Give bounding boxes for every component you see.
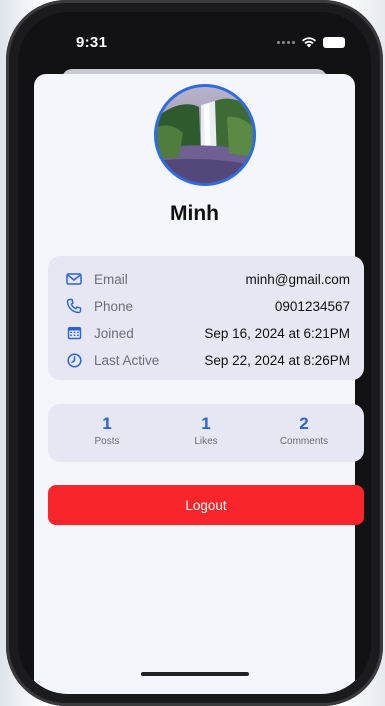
info-label: Last Active xyxy=(94,352,160,368)
info-value: Sep 22, 2024 at 8:26PM xyxy=(204,352,350,368)
stat-label: Likes xyxy=(194,436,218,447)
calendar-icon xyxy=(65,324,83,342)
info-value: 0901234567 xyxy=(274,298,350,314)
waterfall-photo xyxy=(157,87,253,183)
home-indicator[interactable] xyxy=(141,672,249,676)
signal-icon xyxy=(277,40,295,44)
battery-icon xyxy=(323,36,345,48)
phone-frame: 9:31 Minh Email minh@gmail.com Phone 090… xyxy=(6,0,383,706)
status-time: 9:31 xyxy=(76,34,108,51)
stat-label: Posts xyxy=(94,436,120,447)
phone-screen: 9:31 Minh Email minh@gmail.com Phone 090… xyxy=(18,12,371,694)
stat-comments[interactable]: 2 Comments xyxy=(259,414,349,447)
stats-card: 1 Posts 1 Likes 2 Comments xyxy=(48,404,364,462)
info-row-joined: Joined Sep 16, 2024 at 6:21PM xyxy=(48,322,364,344)
envelope-icon xyxy=(65,270,83,288)
status-icons xyxy=(277,36,345,48)
info-card: Email minh@gmail.com Phone 0901234567 Jo… xyxy=(48,256,364,380)
info-value: minh@gmail.com xyxy=(245,271,350,287)
stat-value: 1 xyxy=(201,414,211,433)
info-row-phone: Phone 0901234567 xyxy=(48,295,364,317)
logout-button[interactable]: Logout xyxy=(48,485,364,525)
stat-value: 2 xyxy=(299,414,309,433)
info-value: Sep 16, 2024 at 6:21PM xyxy=(204,325,350,341)
stat-likes[interactable]: 1 Likes xyxy=(161,414,251,447)
status-bar: 9:31 xyxy=(18,12,371,72)
user-name: Minh xyxy=(170,202,219,225)
info-label: Email xyxy=(94,271,128,287)
phone-icon xyxy=(65,297,83,315)
stat-posts[interactable]: 1 Posts xyxy=(62,414,152,447)
info-label: Joined xyxy=(94,325,134,341)
info-row-last-active: Last Active Sep 22, 2024 at 8:26PM xyxy=(48,349,364,371)
avatar xyxy=(154,84,256,186)
info-row-email: Email minh@gmail.com xyxy=(48,268,364,290)
clock-icon xyxy=(65,351,83,369)
info-label: Phone xyxy=(94,298,134,314)
profile-sheet: Minh Email minh@gmail.com Phone 09012345… xyxy=(34,74,364,694)
stat-value: 1 xyxy=(102,414,112,433)
stat-label: Comments xyxy=(279,436,329,447)
wifi-icon xyxy=(302,37,316,48)
